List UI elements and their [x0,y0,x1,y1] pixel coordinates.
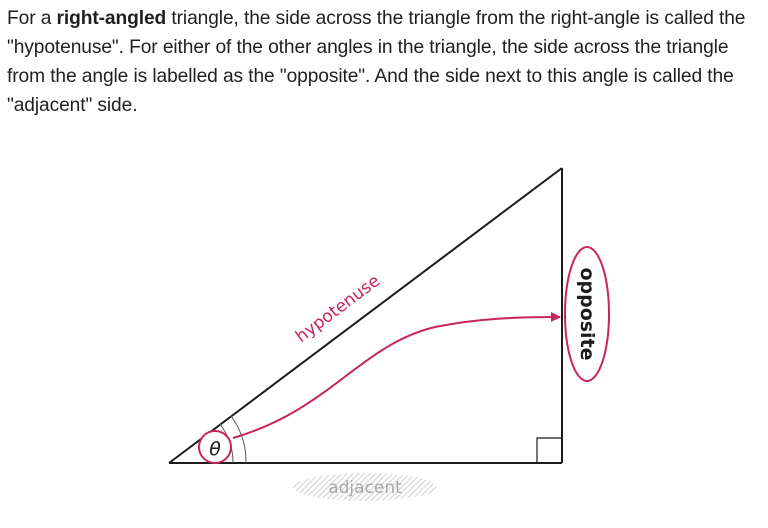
angle-theta-symbol: θ [209,438,221,460]
opposite-label: opposite [576,267,598,360]
triangle-diagram: θ hypotenuse opposite adjacent [168,167,610,501]
adjacent-label: adjacent [328,478,402,498]
right-angle-marker [536,437,562,463]
angle-arc-outer [230,415,247,464]
hypotenuse-side [168,167,563,464]
